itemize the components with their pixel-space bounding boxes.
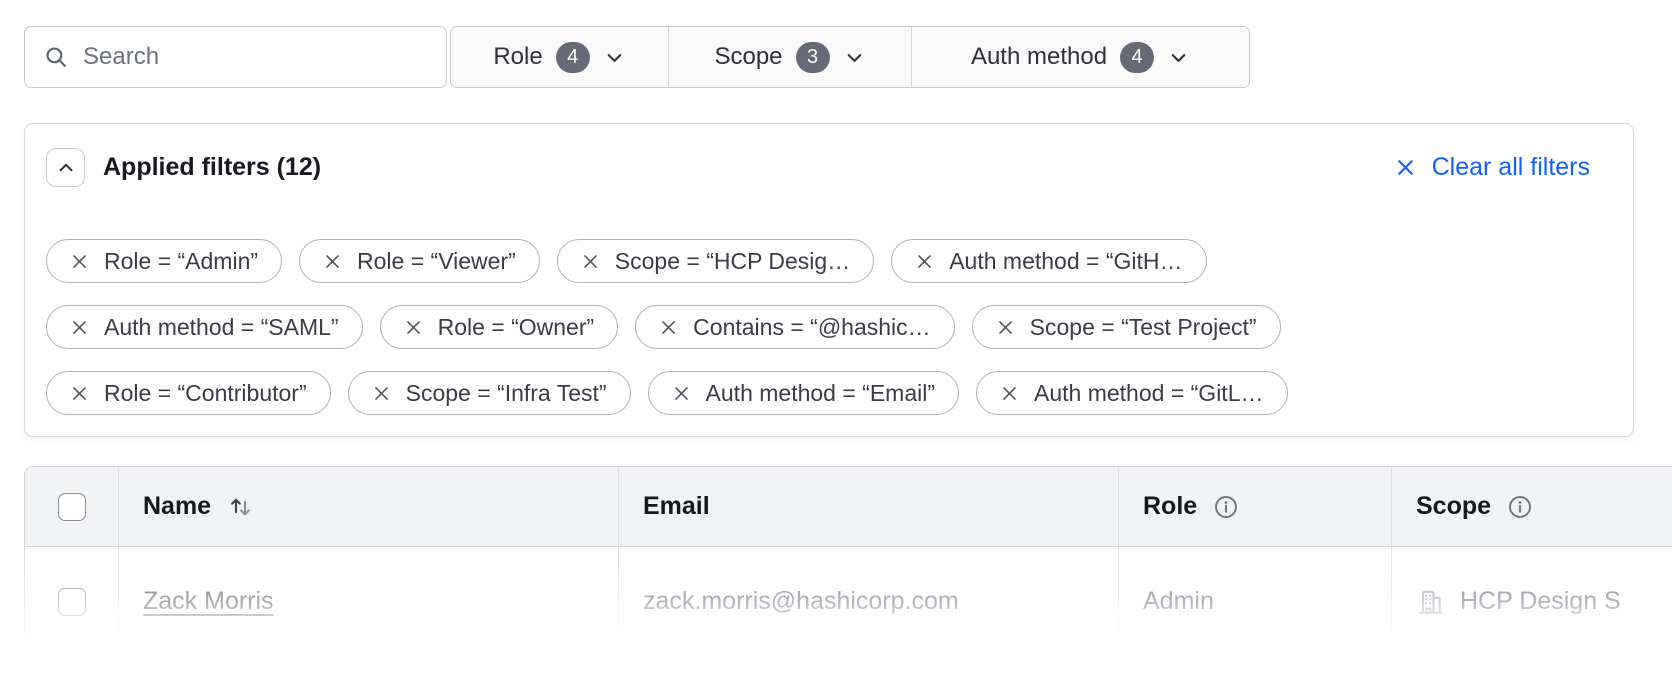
search-box[interactable] (24, 26, 447, 88)
filter-chip[interactable]: Role = “Admin” (46, 239, 282, 283)
close-icon[interactable] (70, 318, 89, 337)
filter-chip[interactable]: Role = “Owner” (380, 305, 619, 349)
filter-chip-label: Role = “Admin” (104, 248, 258, 275)
count-badge: 3 (796, 42, 830, 73)
count-badge: 4 (1120, 42, 1154, 73)
column-header-email: Email (618, 467, 1118, 546)
close-icon[interactable] (1000, 384, 1019, 403)
applied-filters-header: Applied filters (12) Clear all filters (46, 148, 1612, 187)
filter-chip-label: Role = “Owner” (438, 314, 595, 341)
row-checkbox[interactable] (58, 588, 86, 616)
search-input[interactable] (83, 43, 428, 71)
column-label: Name (143, 492, 211, 521)
column-header-scope: Scope (1391, 467, 1672, 546)
filter-chip-label: Auth method = “GitL… (1034, 380, 1263, 407)
filter-chip[interactable]: Auth method = “GitH… (891, 239, 1206, 283)
filter-chip-label: Scope = “Infra Test” (406, 380, 607, 407)
close-icon[interactable] (915, 252, 934, 271)
filter-chip-label: Contains = “@hashic… (693, 314, 930, 341)
table-header-row: Name Email Role Scope (25, 467, 1672, 546)
filter-bar: Role 4 Scope 3 Auth method 4 (24, 26, 1250, 88)
filter-dropdown-auth-method[interactable]: Auth method 4 (911, 27, 1249, 87)
name-cell: Zack Morris (118, 547, 618, 656)
dropdown-label: Auth method (971, 43, 1107, 71)
row-select-cell (25, 547, 118, 656)
member-email: zack.morris@hashicorp.com (643, 587, 959, 616)
filter-dropdown-role[interactable]: Role 4 (451, 27, 668, 87)
search-icon (43, 44, 69, 70)
chip-row: Auth method = “SAML” Role = “Owner” Cont… (46, 305, 1612, 349)
select-all-checkbox[interactable] (58, 493, 86, 521)
close-icon (1394, 156, 1417, 179)
applied-filter-chips: Role = “Admin” Role = “Viewer” Scope = “… (46, 239, 1612, 415)
close-icon[interactable] (70, 252, 89, 271)
column-header-role: Role (1118, 467, 1391, 546)
member-role: Admin (1143, 587, 1214, 616)
member-scope: HCP Design S (1460, 587, 1621, 616)
filter-chip-label: Auth method = “Email” (706, 380, 935, 407)
count-badge: 4 (556, 42, 590, 73)
filter-chip-label: Auth method = “GitH… (949, 248, 1182, 275)
member-name-link[interactable]: Zack Morris (143, 587, 274, 616)
filter-dropdown-group: Role 4 Scope 3 Auth method 4 (450, 26, 1250, 88)
collapse-toggle-button[interactable] (46, 148, 85, 187)
select-all-cell (25, 467, 118, 546)
filter-chip[interactable]: Contains = “@hashic… (635, 305, 954, 349)
chevron-down-icon (603, 46, 626, 69)
dropdown-label: Role (493, 43, 542, 71)
chevron-down-icon (843, 46, 866, 69)
close-icon[interactable] (581, 252, 600, 271)
scope-cell: HCP Design S (1391, 547, 1672, 656)
column-label: Scope (1416, 492, 1491, 521)
chevron-up-icon (55, 157, 77, 179)
close-icon[interactable] (996, 318, 1015, 337)
close-icon[interactable] (323, 252, 342, 271)
filter-chip[interactable]: Role = “Contributor” (46, 371, 331, 415)
chip-row: Role = “Admin” Role = “Viewer” Scope = “… (46, 239, 1612, 283)
info-icon[interactable] (1507, 494, 1533, 520)
filter-chip[interactable]: Role = “Viewer” (299, 239, 540, 283)
filter-chip[interactable]: Auth method = “Email” (648, 371, 959, 415)
table-row: Zack Morris zack.morris@hashicorp.com Ad… (25, 546, 1672, 656)
filter-chip-label: Scope = “HCP Desig… (615, 248, 850, 275)
filter-dropdown-scope[interactable]: Scope 3 (668, 27, 911, 87)
clear-all-filters-button[interactable]: Clear all filters (1394, 153, 1590, 182)
close-icon[interactable] (672, 384, 691, 403)
email-cell: zack.morris@hashicorp.com (618, 547, 1118, 656)
filter-chip[interactable]: Scope = “Infra Test” (348, 371, 631, 415)
members-table: Name Email Role Scope (24, 466, 1672, 657)
filter-chip-label: Role = “Contributor” (104, 380, 307, 407)
filter-chip-label: Scope = “Test Project” (1030, 314, 1257, 341)
filter-chip-label: Auth method = “SAML” (104, 314, 339, 341)
close-icon[interactable] (404, 318, 423, 337)
column-label: Role (1143, 492, 1197, 521)
filter-chip[interactable]: Scope = “Test Project” (972, 305, 1281, 349)
chevron-down-icon (1167, 46, 1190, 69)
info-icon[interactable] (1213, 494, 1239, 520)
column-label: Email (643, 492, 710, 521)
chip-row: Role = “Contributor” Scope = “Infra Test… (46, 371, 1612, 415)
applied-filters-panel: Applied filters (12) Clear all filters R… (24, 123, 1634, 437)
close-icon[interactable] (70, 384, 89, 403)
filter-chip[interactable]: Auth method = “GitL… (976, 371, 1287, 415)
close-icon[interactable] (659, 318, 678, 337)
organization-icon (1416, 587, 1446, 617)
role-cell: Admin (1118, 547, 1391, 656)
filter-chip[interactable]: Scope = “HCP Desig… (557, 239, 874, 283)
close-icon[interactable] (372, 384, 391, 403)
applied-filters-title: Applied filters (12) (103, 153, 321, 182)
sort-icon[interactable] (227, 493, 254, 520)
filter-chip-label: Role = “Viewer” (357, 248, 516, 275)
column-header-name[interactable]: Name (118, 467, 618, 546)
dropdown-label: Scope (714, 43, 782, 71)
filter-chip[interactable]: Auth method = “SAML” (46, 305, 363, 349)
members-filter-screen: Role 4 Scope 3 Auth method 4 (0, 0, 1672, 690)
clear-all-filters-label: Clear all filters (1432, 153, 1590, 182)
